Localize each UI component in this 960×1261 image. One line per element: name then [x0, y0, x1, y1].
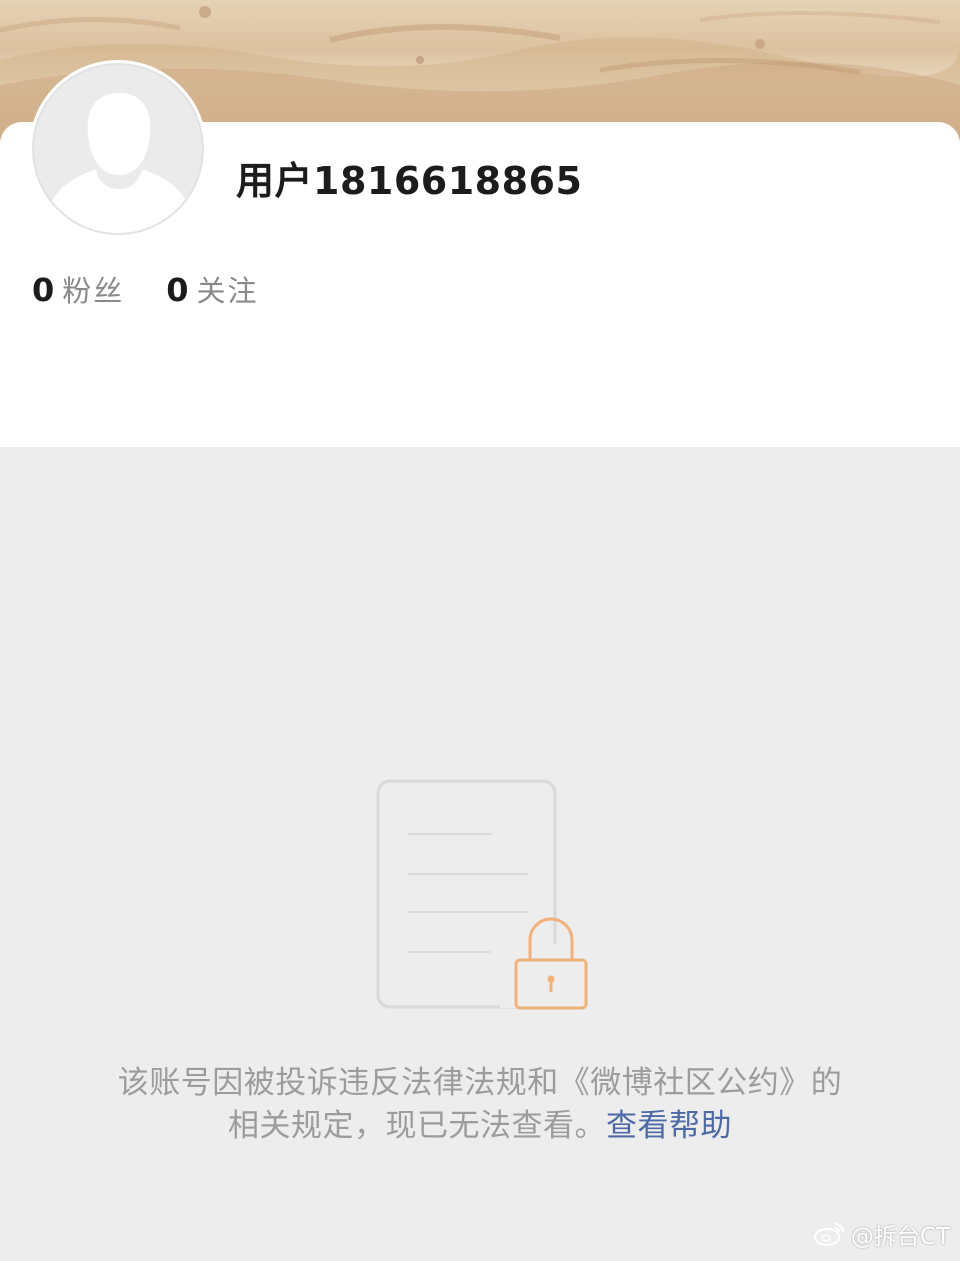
account-suspended-notice: 该账号因被投诉违反法律法规和《微博社区公约》的 相关规定，现已无法查看。查看帮助 — [0, 1062, 960, 1148]
profile-username: 用户1816618865 — [236, 159, 583, 203]
following-stat[interactable]: 0 关注 — [166, 268, 258, 310]
default-avatar-placeholder — [32, 63, 204, 235]
followers-count: 0 — [32, 271, 55, 309]
person-silhouette-icon — [34, 93, 202, 233]
weibo-logo-icon — [813, 1223, 844, 1246]
notice-line-2: 相关规定，现已无法查看。查看帮助 — [0, 1105, 960, 1148]
avatar[interactable] — [29, 60, 207, 238]
following-label: 关注 — [196, 274, 259, 308]
weibo-profile-page: 用户1816618865 0 粉丝 0 关注 该账号因被投诉违反法律法规和《微博… — [0, 0, 960, 1261]
profile-stats: 0 粉丝 0 关注 — [32, 268, 301, 310]
followers-label: 粉丝 — [62, 274, 125, 308]
followers-stat[interactable]: 0 粉丝 — [32, 268, 124, 310]
notice-line-1: 该账号因被投诉违反法律法规和《微博社区公约》的 — [117, 1065, 843, 1101]
watermark: @拆台CT — [813, 1217, 950, 1251]
locked-document-icon — [376, 779, 592, 1010]
notice-line-2-text: 相关规定，现已无法查看。 — [228, 1108, 606, 1144]
view-help-link[interactable]: 查看帮助 — [606, 1108, 732, 1144]
watermark-text: @拆台CT — [850, 1224, 950, 1250]
following-count: 0 — [166, 271, 189, 309]
